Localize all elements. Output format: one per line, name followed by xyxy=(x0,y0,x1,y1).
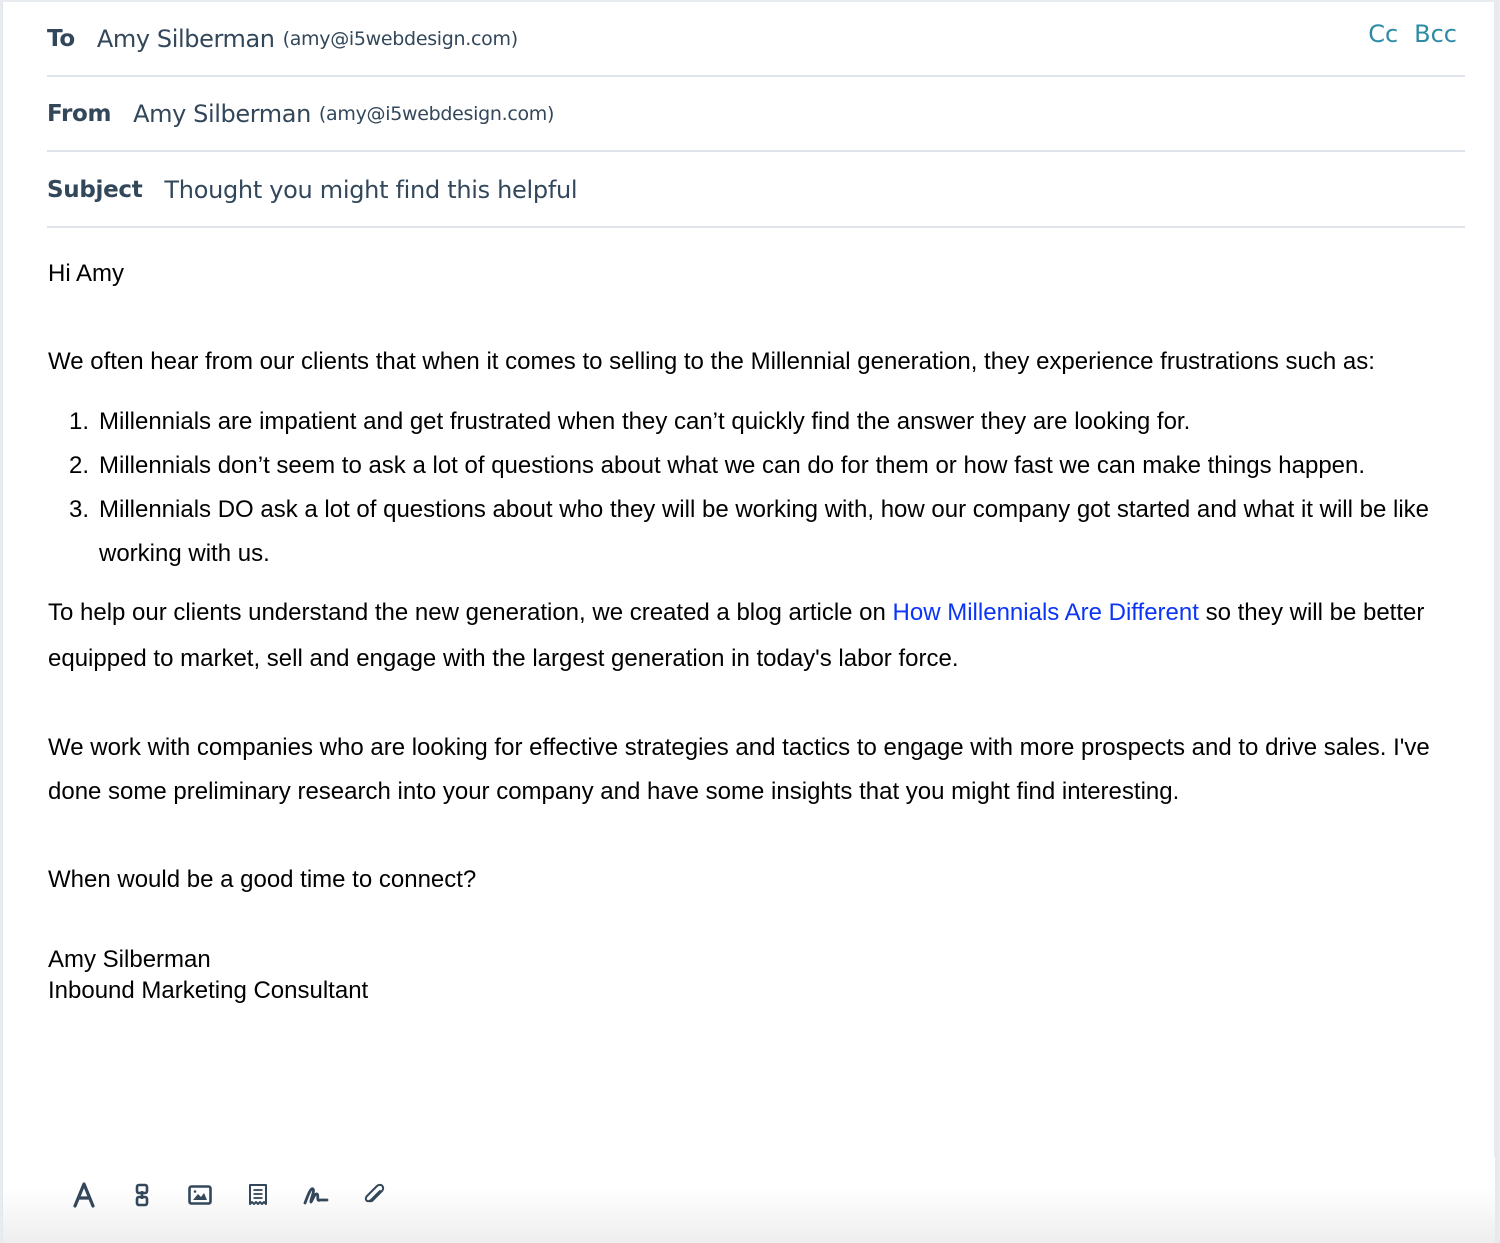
cc-button[interactable]: Cc xyxy=(1368,20,1398,48)
formatting-toolbar xyxy=(3,1157,1495,1243)
bcc-button[interactable]: Bcc xyxy=(1414,20,1457,48)
insert-image-button[interactable] xyxy=(171,1175,229,1215)
intro-paragraph: We often hear from our clients that when… xyxy=(48,348,1375,375)
to-label: To xyxy=(47,25,75,52)
email-body-editor[interactable]: Hi Amy We often hear from our clients th… xyxy=(48,252,1468,1006)
email-compose-window: To Amy Silberman (amy@i5webdesign.com) C… xyxy=(2,2,1498,1243)
signature-title: Inbound Marketing Consultant xyxy=(48,977,369,1004)
to-recipient-name[interactable]: Amy Silberman xyxy=(97,25,275,53)
from-sender-email[interactable]: (amy@i5webdesign.com) xyxy=(319,103,555,125)
greeting: Hi Amy xyxy=(48,260,125,287)
from-row[interactable]: From Amy Silberman (amy@i5webdesign.com) xyxy=(47,77,1465,152)
text-format-icon xyxy=(73,1182,95,1208)
signature-name: Amy Silberman xyxy=(48,946,211,973)
attach-file-button[interactable] xyxy=(345,1175,403,1215)
list-item: Millennials DO ask a lot of questions ab… xyxy=(59,488,1429,567)
subject-label: Subject xyxy=(47,176,143,203)
blog-paragraph: To help our clients understand the new g… xyxy=(48,590,1468,682)
attachment-icon xyxy=(364,1183,385,1203)
closing-question: When would be a good time to connect? xyxy=(48,866,477,893)
signature: Amy Silberman Inbound Marketing Consulta… xyxy=(48,944,1468,1006)
insert-link-button[interactable] xyxy=(113,1175,171,1215)
link-icon xyxy=(135,1183,149,1207)
list-item: Millennials are impatient and get frustr… xyxy=(59,400,1191,444)
text-format-button[interactable] xyxy=(55,1175,113,1215)
from-label: From xyxy=(47,100,112,127)
frustrations-list: Millennials are impatient and get frustr… xyxy=(48,400,1468,576)
signature-icon xyxy=(303,1187,329,1205)
cc-bcc-links: Cc Bcc xyxy=(1368,20,1457,48)
subject-row[interactable]: Subject Thought you might find this help… xyxy=(47,153,1465,228)
to-row[interactable]: To Amy Silberman (amy@i5webdesign.com) C… xyxy=(47,2,1465,77)
to-recipient-email[interactable]: (amy@i5webdesign.com) xyxy=(283,28,519,50)
list-item: Millennials don’t seem to ask a lot of q… xyxy=(59,444,1366,488)
blog-paragraph-text-before: To help our clients understand the new g… xyxy=(48,599,893,626)
insert-signature-button[interactable] xyxy=(287,1175,345,1215)
from-sender-name[interactable]: Amy Silberman xyxy=(133,100,311,128)
blog-article-link[interactable]: How Millennials Are Different xyxy=(893,599,1199,626)
insert-document-button[interactable] xyxy=(229,1175,287,1215)
subject-input[interactable]: Thought you might find this helpful xyxy=(164,176,577,204)
image-icon xyxy=(188,1185,212,1205)
document-icon xyxy=(249,1184,267,1205)
services-paragraph: We work with companies who are looking f… xyxy=(48,734,1430,805)
